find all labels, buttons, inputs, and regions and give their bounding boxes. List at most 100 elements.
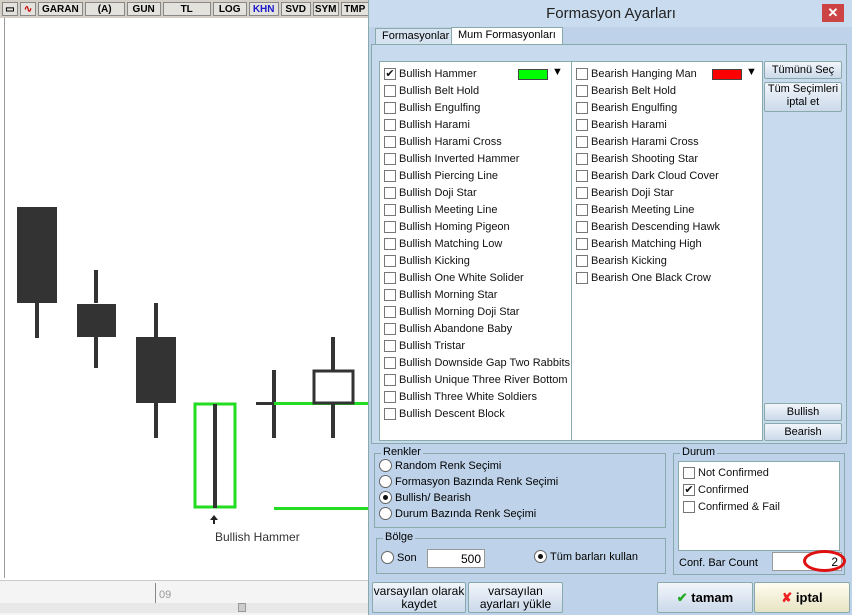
checkbox[interactable] <box>576 101 588 114</box>
checkbox[interactable] <box>576 118 588 131</box>
checkbox[interactable] <box>384 271 396 284</box>
tab-formasyonlar[interactable]: Formasyonlar <box>375 28 457 44</box>
pattern-item[interactable]: Bearish Kicking <box>576 252 667 269</box>
durum-option[interactable]: ✔ Confirmed <box>683 481 749 498</box>
checkbox[interactable] <box>384 356 396 369</box>
checkbox[interactable] <box>384 339 396 352</box>
pattern-item[interactable]: Bullish Morning Doji Star <box>384 303 519 320</box>
checkbox[interactable] <box>683 466 695 479</box>
renk-option[interactable]: Durum Bazında Renk Seçimi <box>379 507 536 520</box>
durum-option[interactable]: Not Confirmed <box>683 464 769 481</box>
renk-option[interactable]: Random Renk Seçimi <box>379 459 501 472</box>
son-input[interactable] <box>427 549 485 568</box>
checkbox[interactable] <box>384 169 396 182</box>
checkbox[interactable] <box>576 84 588 97</box>
checkbox[interactable] <box>384 305 396 318</box>
pattern-item[interactable]: Bullish Belt Hold <box>384 82 479 99</box>
pattern-item[interactable]: Bullish Kicking <box>384 252 470 269</box>
scroll-thumb[interactable] <box>238 603 246 612</box>
pattern-item[interactable]: Bearish Doji Star <box>576 184 674 201</box>
pattern-item[interactable]: Bearish One Black Crow <box>576 269 711 286</box>
chevron-down-icon[interactable]: ▼ <box>552 66 563 78</box>
checkbox[interactable] <box>576 220 588 233</box>
checkbox[interactable] <box>576 203 588 216</box>
pattern-item[interactable]: ✔ Bullish Hammer <box>384 65 477 82</box>
checkbox[interactable]: ✔ <box>384 67 396 80</box>
pattern-item[interactable]: Bullish Piercing Line <box>384 167 498 184</box>
deselect-all-button[interactable]: Tüm Seçimleri iptal et <box>764 82 842 112</box>
pattern-item[interactable]: Bearish Harami Cross <box>576 133 699 150</box>
son-radio[interactable]: Son <box>381 551 417 564</box>
checkbox[interactable] <box>576 169 588 182</box>
pattern-item[interactable]: Bullish Doji Star <box>384 184 477 201</box>
checkbox[interactable] <box>384 135 396 148</box>
checkbox[interactable] <box>576 152 588 165</box>
checkbox[interactable] <box>384 373 396 386</box>
checkbox[interactable] <box>576 135 588 148</box>
checkbox[interactable] <box>384 186 396 199</box>
pattern-item[interactable]: Bearish Descending Hawk <box>576 218 720 235</box>
candle-wick <box>94 337 98 368</box>
load-default-button[interactable]: varsayılan ayarları yükle <box>468 582 563 613</box>
checkbox[interactable] <box>384 118 396 131</box>
checkbox[interactable] <box>576 67 588 80</box>
pattern-item[interactable]: Bearish Matching High <box>576 235 702 252</box>
horizontal-scrollbar[interactable] <box>0 603 368 613</box>
checkbox[interactable] <box>384 84 396 97</box>
renk-option[interactable]: Bullish/ Bearish <box>379 491 471 504</box>
pattern-item[interactable]: Bullish Unique Three River Bottom <box>384 371 568 388</box>
checkbox[interactable] <box>384 288 396 301</box>
pattern-item[interactable]: Bullish Homing Pigeon <box>384 218 510 235</box>
color-swatch[interactable] <box>518 69 548 80</box>
pattern-item[interactable]: Bullish Engulfing <box>384 99 480 116</box>
checkbox[interactable] <box>384 390 396 403</box>
pattern-item[interactable]: Bearish Dark Cloud Cover <box>576 167 719 184</box>
checkbox[interactable] <box>384 203 396 216</box>
pattern-item[interactable]: Bullish Matching Low <box>384 235 502 252</box>
renk-option[interactable]: Formasyon Bazında Renk Seçimi <box>379 475 558 488</box>
pattern-item[interactable]: Bearish Hanging Man <box>576 65 697 82</box>
pattern-item[interactable]: Bullish Tristar <box>384 337 465 354</box>
ok-button[interactable]: ✔ tamam <box>657 582 753 613</box>
color-swatch[interactable] <box>712 69 742 80</box>
checkbox[interactable] <box>384 220 396 233</box>
pattern-item[interactable]: Bearish Belt Hold <box>576 82 676 99</box>
pattern-item[interactable]: Bullish Three White Soldiers <box>384 388 537 405</box>
pattern-item[interactable]: Bullish Meeting Line <box>384 201 497 218</box>
select-all-button[interactable]: Tümünü Seç <box>764 61 842 79</box>
checkbox[interactable] <box>576 237 588 250</box>
checkbox[interactable] <box>683 500 695 513</box>
checkbox[interactable] <box>384 254 396 267</box>
checkbox[interactable] <box>576 271 588 284</box>
pattern-item[interactable]: Bullish One White Solider <box>384 269 524 286</box>
bearish-button[interactable]: Bearish <box>764 423 842 441</box>
pattern-item[interactable]: Bearish Shooting Star <box>576 150 698 167</box>
tum-barlar-radio[interactable]: Tüm barları kullan <box>534 550 638 563</box>
pattern-item[interactable]: Bullish Morning Star <box>384 286 497 303</box>
cancel-button[interactable]: ✘ iptal <box>754 582 850 613</box>
tab-mum-formasyonlari[interactable]: Mum Formasyonları <box>451 27 563 45</box>
chart-area[interactable]: Bullish Hammer <box>4 18 369 578</box>
durum-option[interactable]: Confirmed & Fail <box>683 498 780 515</box>
pattern-item[interactable]: Bullish Abandone Baby <box>384 320 512 337</box>
checkbox[interactable] <box>576 254 588 267</box>
pattern-item[interactable]: Bullish Harami <box>384 116 470 133</box>
checkbox[interactable] <box>384 322 396 335</box>
pattern-item[interactable]: Bearish Engulfing <box>576 99 677 116</box>
checkbox[interactable] <box>384 152 396 165</box>
pattern-item[interactable]: Bullish Descent Block <box>384 405 505 422</box>
checkbox[interactable] <box>384 101 396 114</box>
bullish-button[interactable]: Bullish <box>764 403 842 421</box>
checkbox[interactable] <box>384 407 396 420</box>
close-button[interactable]: ✕ <box>822 4 844 22</box>
checkbox[interactable] <box>384 237 396 250</box>
pattern-item[interactable]: Bullish Downside Gap Two Rabbits <box>384 354 570 371</box>
pattern-item[interactable]: Bullish Inverted Hammer <box>384 150 519 167</box>
pattern-item[interactable]: Bullish Harami Cross <box>384 133 502 150</box>
checkbox[interactable]: ✔ <box>683 483 695 496</box>
pattern-item[interactable]: Bearish Harami <box>576 116 667 133</box>
save-default-button[interactable]: varsayılan olarak kaydet <box>372 582 466 613</box>
pattern-item[interactable]: Bearish Meeting Line <box>576 201 694 218</box>
checkbox[interactable] <box>576 186 588 199</box>
chevron-down-icon[interactable]: ▼ <box>746 66 757 78</box>
